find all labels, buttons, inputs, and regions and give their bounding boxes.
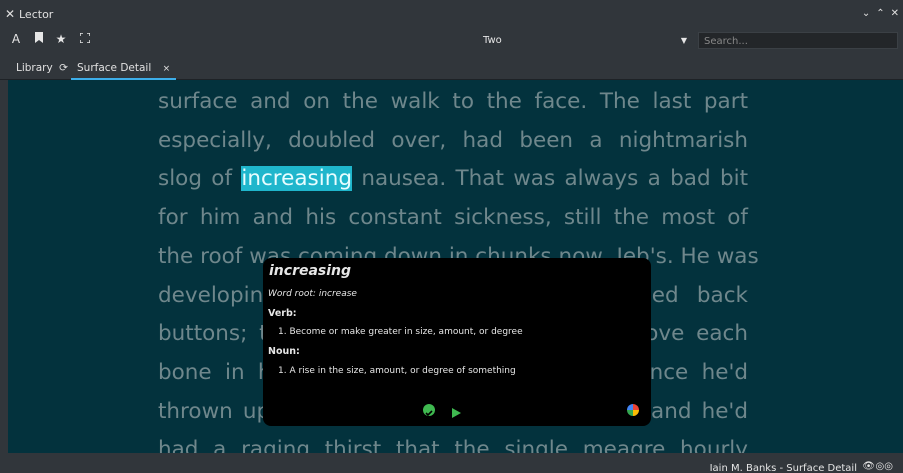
play-icon[interactable] xyxy=(450,404,462,418)
text-line: surface and on the walk to the face. The… xyxy=(158,83,748,122)
tab-close-icon[interactable]: × xyxy=(163,64,171,74)
reader-pane[interactable]: surface and on the walk to the face. The… xyxy=(8,80,903,453)
dict-noun-label: Noun: xyxy=(268,346,300,357)
highlighted-word[interactable]: increasing xyxy=(241,166,352,192)
text-segment: had a raging thirst that the single meag… xyxy=(158,437,748,453)
dict-verb-label: Verb: xyxy=(268,308,297,319)
status-bar: Iain M. Banks - Surface Detail 👁 ◎◎ xyxy=(0,453,903,473)
maximize-icon[interactable]: ⌃ xyxy=(876,8,884,19)
star-icon[interactable]: ★ xyxy=(54,32,68,46)
text-line: had a raging thirst that the single meag… xyxy=(158,431,748,453)
close-icon[interactable]: ✕ xyxy=(5,7,15,21)
google-search-icon[interactable] xyxy=(627,404,639,416)
search-input[interactable]: Search... xyxy=(698,32,898,49)
app-window: ✕ Lector ⌄ ⌃ ✕ A ★ Two ▼ Search... Libra… xyxy=(0,0,903,473)
view-mode-dropdown[interactable]: Two ▼ xyxy=(477,32,691,49)
minimize-icon[interactable]: ⌄ xyxy=(862,8,870,19)
font-settings-icon[interactable]: A xyxy=(9,32,23,46)
dict-noun-def: 1. A rise in the size, amount, or degree… xyxy=(278,366,516,376)
tab-bar: Library ⟳ Surface Detail × xyxy=(0,55,903,80)
text-line: especially, doubled over, had been a nig… xyxy=(158,122,748,161)
text-segment: for him and his constant sickness, still… xyxy=(158,205,748,231)
text-segment: slog of xyxy=(158,166,242,192)
dict-verb-def: 1. Become or make greater in size, amoun… xyxy=(278,327,523,337)
status-text: Iain M. Banks - Surface Detail xyxy=(709,463,857,473)
text-segment: surface and on the walk to the face. The… xyxy=(158,89,748,114)
dict-word: increasing xyxy=(269,263,352,279)
title-bar: ✕ Lector ⌄ ⌃ ✕ xyxy=(0,4,903,26)
text-segment: nausea. That was always a bad bit xyxy=(352,166,748,192)
refresh-icon[interactable]: ⟳ xyxy=(59,62,68,74)
window-close-icon[interactable]: ✕ xyxy=(891,8,899,19)
dictionary-popup: increasing Word root: increase Verb: 1. … xyxy=(263,258,651,426)
window-buttons: ⌄ ⌃ ✕ xyxy=(862,8,899,19)
dict-root: Word root: increase xyxy=(268,289,357,299)
text-segment: especially, doubled over, had been a nig… xyxy=(158,127,748,153)
tab-library[interactable]: Library ⟳ xyxy=(16,58,68,78)
view-mode-value: Two xyxy=(483,35,502,46)
text-line: for him and his constant sickness, still… xyxy=(158,199,748,238)
bookmark-icon[interactable] xyxy=(32,32,46,46)
fullscreen-icon[interactable] xyxy=(78,32,92,46)
glasses-icon[interactable]: ◎◎ xyxy=(876,461,893,472)
tab-library-label: Library xyxy=(16,62,53,74)
text-line: slog of increasing nausea. That was alwa… xyxy=(158,160,748,199)
eye-icon[interactable]: 👁 xyxy=(862,461,875,472)
checkmark-icon[interactable] xyxy=(423,404,435,417)
chevron-down-icon: ▼ xyxy=(680,36,687,45)
tab-surface-detail-label: Surface Detail xyxy=(77,62,152,74)
tab-surface-detail[interactable]: Surface Detail × xyxy=(71,58,177,80)
window-title: Lector xyxy=(19,8,54,21)
